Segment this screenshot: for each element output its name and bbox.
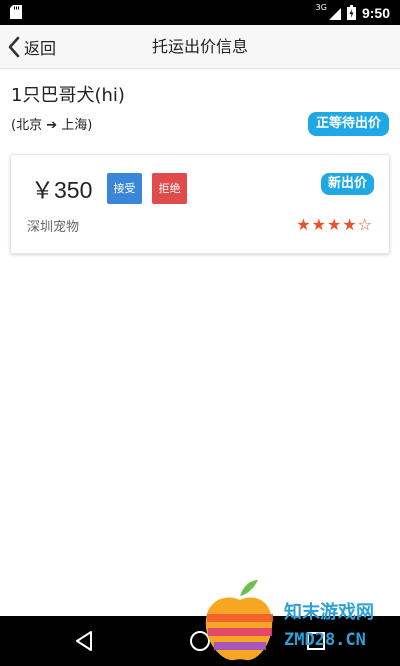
- circle-home-icon: [190, 631, 210, 651]
- back-button[interactable]: 返回: [6, 25, 56, 69]
- status-time: 9:50: [361, 4, 390, 21]
- shipment-route: (北京 ➔ 上海): [11, 118, 93, 133]
- offer-card: ￥350 接受 拒绝 新出价 深圳宠物 ★★★★☆: [10, 154, 390, 254]
- sd-card-icon: [10, 5, 22, 19]
- shipment-title: 1只巴哥犬(hi): [11, 85, 125, 106]
- signal-icon: [328, 7, 341, 20]
- accept-button[interactable]: 接受: [107, 173, 142, 204]
- navigation-bar: [0, 616, 400, 666]
- status-bar: 3G 9:50: [0, 0, 400, 25]
- network-type-label: 3G: [315, 3, 327, 12]
- battery-icon: [346, 5, 356, 20]
- back-label: 返回: [24, 39, 57, 58]
- status-badge: 正等待出价: [307, 112, 389, 136]
- offer-price: ￥350: [31, 177, 93, 203]
- app-header: 返回 托运出价信息: [0, 25, 400, 69]
- nav-back-button[interactable]: [54, 616, 114, 666]
- rating-stars: ★★★★☆: [296, 215, 373, 234]
- square-recents-icon: [307, 632, 325, 650]
- chevron-left-icon: [8, 36, 20, 58]
- nav-recents-button[interactable]: [286, 616, 346, 666]
- new-offer-badge: 新出价: [320, 173, 374, 195]
- reject-button[interactable]: 拒绝: [152, 173, 187, 204]
- shop-name: 深圳宠物: [27, 220, 80, 235]
- nav-home-button[interactable]: [170, 616, 230, 666]
- triangle-back-icon: [76, 631, 92, 651]
- page-title: 托运出价信息: [151, 37, 248, 56]
